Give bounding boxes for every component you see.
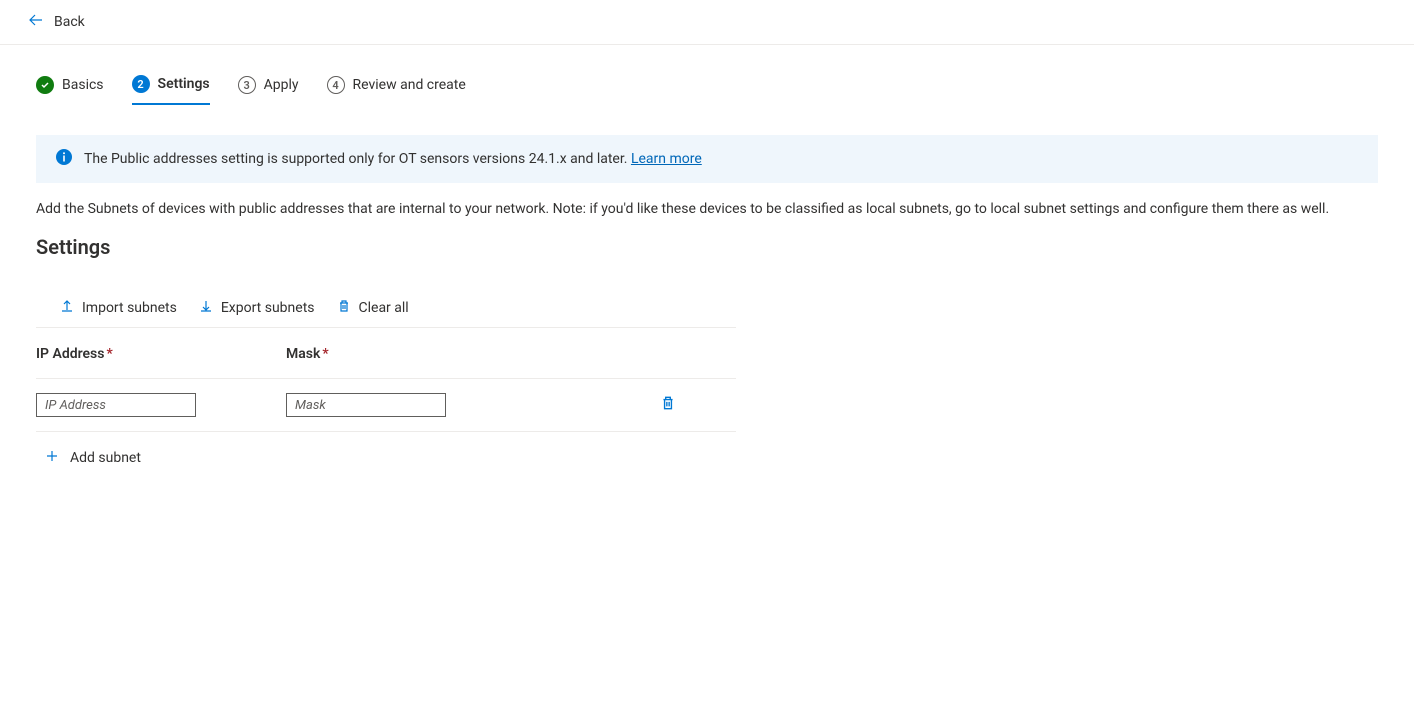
tab-review[interactable]: 4 Review and create xyxy=(327,70,466,104)
banner-message: The Public addresses setting is supporte… xyxy=(84,151,631,167)
required-asterisk: * xyxy=(322,346,328,362)
import-subnets-button[interactable]: Import subnets xyxy=(60,299,177,317)
button-label: Add subnet xyxy=(70,450,141,466)
banner-text: The Public addresses setting is supporte… xyxy=(84,151,702,167)
section-title: Settings xyxy=(36,235,1414,259)
required-asterisk: * xyxy=(106,346,112,362)
step-number: 3 xyxy=(238,76,256,94)
header-text: IP Address xyxy=(36,346,104,362)
plus-icon xyxy=(44,448,60,468)
subnet-row xyxy=(36,379,736,432)
clear-all-button[interactable]: Clear all xyxy=(337,299,409,317)
download-icon xyxy=(199,299,213,317)
check-icon xyxy=(36,76,54,94)
step-number: 2 xyxy=(132,75,150,93)
column-header-ip: IP Address* xyxy=(36,346,286,362)
learn-more-link[interactable]: Learn more xyxy=(631,151,702,167)
button-label: Import subnets xyxy=(82,300,177,316)
delete-row-button[interactable] xyxy=(660,395,676,415)
description-text: Add the Subnets of devices with public a… xyxy=(36,201,1378,217)
info-icon xyxy=(56,149,72,169)
add-subnet-button[interactable]: Add subnet xyxy=(36,432,1414,468)
trash-icon xyxy=(660,399,676,415)
arrow-left-icon xyxy=(28,12,44,32)
wizard-tabs: Basics 2 Settings 3 Apply 4 Review and c… xyxy=(36,69,1414,105)
tab-settings[interactable]: 2 Settings xyxy=(132,69,210,105)
export-subnets-button[interactable]: Export subnets xyxy=(199,299,315,317)
step-number: 4 xyxy=(327,76,345,94)
column-header-mask: Mask* xyxy=(286,346,586,362)
back-label: Back xyxy=(54,14,85,30)
button-label: Export subnets xyxy=(221,300,315,316)
ip-address-input[interactable] xyxy=(36,393,196,417)
tab-label: Basics xyxy=(62,77,104,93)
mask-input[interactable] xyxy=(286,393,446,417)
tab-label: Apply xyxy=(264,77,299,93)
tab-label: Settings xyxy=(158,76,210,92)
upload-icon xyxy=(60,299,74,317)
back-button[interactable]: Back xyxy=(28,12,85,32)
button-label: Clear all xyxy=(359,300,409,316)
tab-basics[interactable]: Basics xyxy=(36,70,104,104)
info-banner: The Public addresses setting is supporte… xyxy=(36,135,1378,183)
column-headers: IP Address* Mask* xyxy=(36,328,736,379)
trash-icon xyxy=(337,299,351,317)
header-text: Mask xyxy=(286,346,320,362)
subnet-toolbar: Import subnets Export subnets Clear all xyxy=(36,299,736,328)
tab-label: Review and create xyxy=(353,77,466,93)
tab-apply[interactable]: 3 Apply xyxy=(238,70,299,104)
